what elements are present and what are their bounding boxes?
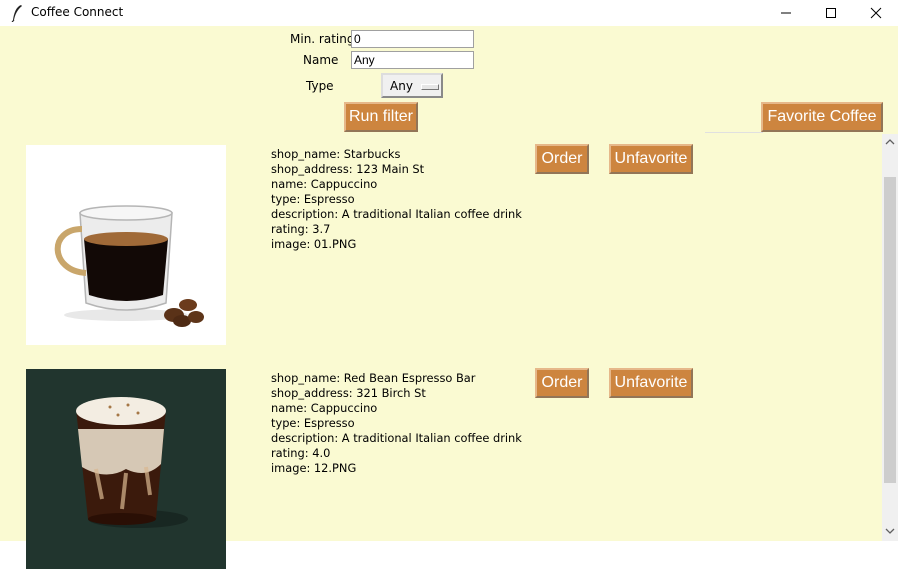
order-button[interactable]: Order (535, 368, 589, 398)
main-window: Min. rating Name Type Any Run filter Fav… (0, 26, 898, 569)
coffee-image-iced (26, 369, 226, 569)
scroll-up-arrow-icon[interactable] (885, 138, 895, 146)
order-button[interactable]: Order (535, 144, 589, 174)
unfavorite-button[interactable]: Unfavorite (609, 368, 693, 398)
minimize-button[interactable] (763, 0, 809, 26)
coffee-details: shop_name: Starbucks shop_address: 123 M… (271, 147, 522, 252)
shop-name-text: shop_name: Red Bean Espresso Bar (271, 371, 476, 385)
coffee-name-text: name: Cappuccino (271, 401, 378, 415)
feather-app-icon (11, 5, 22, 22)
option-menu-indicator-icon (421, 84, 439, 90)
run-filter-button[interactable]: Run filter (344, 102, 418, 132)
shop-address-text: shop_address: 123 Main St (271, 162, 425, 176)
vertical-scrollbar[interactable] (882, 134, 898, 541)
shop-name-text: shop_name: Starbucks (271, 147, 401, 161)
scrollbar-thumb[interactable] (884, 177, 896, 483)
image-filename-text: image: 01.PNG (271, 237, 357, 251)
coffee-details: shop_name: Red Bean Espresso Bar shop_ad… (271, 371, 522, 476)
rating-text: rating: 4.0 (271, 446, 331, 460)
type-label: Type (306, 79, 334, 93)
maximize-button[interactable] (808, 0, 854, 26)
name-input[interactable] (351, 51, 474, 69)
shop-address-text: shop_address: 321 Birch St (271, 386, 426, 400)
min-rating-label: Min. rating (290, 32, 355, 46)
coffee-type-text: type: Espresso (271, 416, 355, 430)
maximize-icon (826, 8, 836, 18)
window-title: Coffee Connect (31, 5, 124, 19)
description-text: description: A traditional Italian coffe… (271, 207, 522, 221)
favorite-coffee-button[interactable]: Favorite Coffee (761, 102, 883, 132)
description-text: description: A traditional Italian coffe… (271, 431, 522, 445)
type-option-menu[interactable]: Any (381, 73, 443, 98)
min-rating-input[interactable] (351, 30, 474, 48)
name-label: Name (303, 53, 339, 67)
rating-text: rating: 3.7 (271, 222, 331, 236)
coffee-type-text: type: Espresso (271, 192, 355, 206)
scroll-down-arrow-icon[interactable] (885, 527, 895, 535)
close-button[interactable] (853, 0, 898, 26)
unfavorite-button[interactable]: Unfavorite (609, 144, 693, 174)
type-selected-value: Any (390, 79, 413, 93)
title-bar: Coffee Connect (0, 0, 898, 26)
close-icon (870, 7, 882, 19)
coffee-image-cup (26, 145, 226, 345)
image-filename-text: image: 12.PNG (271, 461, 357, 475)
minimize-icon (781, 12, 791, 14)
divider (705, 132, 763, 133)
coffee-name-text: name: Cappuccino (271, 177, 378, 191)
